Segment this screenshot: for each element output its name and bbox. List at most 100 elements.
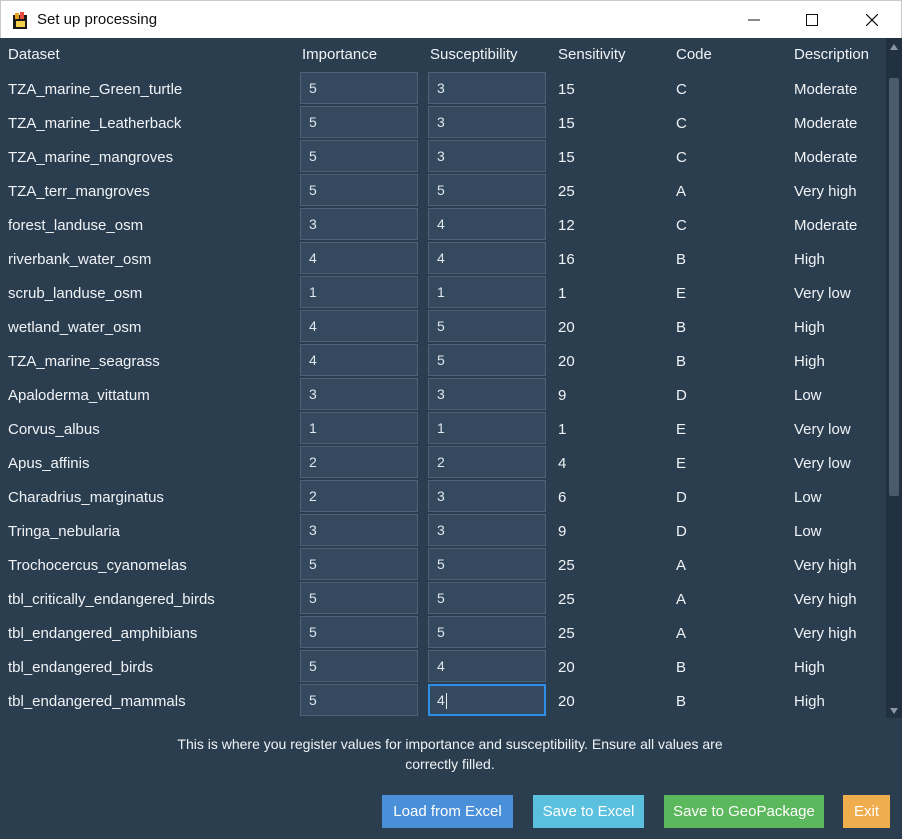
dataset-name: wetland_water_osm [8, 319, 142, 336]
code-value: C [676, 149, 687, 166]
code-value: C [676, 115, 687, 132]
susceptibility-input[interactable]: 3 [428, 378, 546, 410]
description-value: Very high [794, 625, 857, 642]
load-from-excel-button[interactable]: Load from Excel [382, 795, 513, 828]
code-value: A [676, 183, 687, 200]
sensitivity-value: 1 [558, 421, 567, 438]
susceptibility-input[interactable]: 3 [428, 106, 546, 138]
dataset-name: Apus_affinis [8, 455, 90, 472]
scroll-up-arrow-icon[interactable] [890, 44, 898, 50]
importance-input[interactable]: 4 [300, 242, 418, 274]
dataset-name: TZA_marine_seagrass [8, 353, 160, 370]
importance-input[interactable]: 5 [300, 548, 418, 580]
code-value: C [676, 81, 687, 98]
text-caret [445, 693, 447, 710]
description-value: High [794, 251, 825, 268]
description-value: High [794, 353, 825, 370]
description-value: Moderate [794, 81, 858, 98]
info-text: This is where you register values for im… [177, 736, 723, 772]
description-value: Low [794, 489, 822, 506]
code-value: A [676, 625, 687, 642]
description-value: High [794, 319, 825, 336]
susceptibility-input[interactable]: 5 [428, 616, 546, 648]
susceptibility-input[interactable]: 1 [428, 412, 546, 444]
susceptibility-input[interactable]: 5 [428, 548, 546, 580]
description-value: Low [794, 523, 822, 540]
importance-input[interactable]: 5 [300, 72, 418, 104]
susceptibility-input[interactable]: 4 [428, 208, 546, 240]
close-button[interactable] [843, 1, 901, 39]
dataset-name: TZA_marine_Green_turtle [8, 81, 183, 98]
susceptibility-input[interactable]: 3 [428, 480, 546, 512]
dataset-name: Corvus_albus [8, 421, 100, 438]
importance-input[interactable]: 2 [300, 480, 418, 512]
sensitivity-value: 25 [558, 557, 575, 574]
importance-input[interactable]: 5 [300, 684, 418, 716]
sensitivity-value: 20 [558, 659, 575, 676]
importance-input[interactable]: 4 [300, 344, 418, 376]
importance-input[interactable]: 1 [300, 412, 418, 444]
importance-input[interactable]: 3 [300, 514, 418, 546]
code-value: B [676, 693, 687, 710]
code-value: A [676, 591, 687, 608]
importance-input[interactable]: 5 [300, 140, 418, 172]
exit-button[interactable]: Exit [843, 795, 890, 828]
sensitivity-value: 25 [558, 183, 575, 200]
code-value: E [676, 455, 687, 472]
save-to-geopackage-button[interactable]: Save to GeoPackage [664, 795, 824, 828]
importance-input[interactable]: 5 [300, 616, 418, 648]
close-icon [866, 14, 878, 26]
susceptibility-input[interactable]: 1 [428, 276, 546, 308]
header-importance: Importance [302, 46, 378, 63]
susceptibility-input[interactable]: 3 [428, 514, 546, 546]
importance-input[interactable]: 4 [300, 310, 418, 342]
dataset-name: TZA_marine_Leatherback [8, 115, 182, 132]
sensitivity-value: 20 [558, 319, 575, 336]
importance-input[interactable]: 3 [300, 208, 418, 240]
susceptibility-input[interactable]: 5 [428, 344, 546, 376]
scroll-down-arrow-icon[interactable] [890, 708, 898, 714]
description-value: Moderate [794, 217, 858, 234]
susceptibility-input[interactable]: 5 [428, 582, 546, 614]
sensitivity-value: 25 [558, 591, 575, 608]
description-value: High [794, 659, 825, 676]
minimize-button[interactable] [725, 1, 783, 39]
sensitivity-value: 15 [558, 81, 575, 98]
importance-input[interactable]: 2 [300, 446, 418, 478]
sensitivity-value: 15 [558, 149, 575, 166]
description-value: Very high [794, 591, 857, 608]
save-to-excel-button[interactable]: Save to Excel [533, 795, 644, 828]
dataset-name: Charadrius_marginatus [8, 489, 164, 506]
susceptibility-input[interactable]: 5 [428, 310, 546, 342]
description-value: Low [794, 387, 822, 404]
dataset-name: forest_landuse_osm [8, 217, 144, 234]
importance-input[interactable]: 5 [300, 650, 418, 682]
susceptibility-input[interactable]: 2 [428, 446, 546, 478]
susceptibility-input[interactable]: 3 [428, 72, 546, 104]
dialog-content: Dataset Importance Susceptibility Sensit… [0, 38, 902, 839]
code-value: B [676, 319, 687, 336]
importance-input[interactable]: 5 [300, 106, 418, 138]
sensitivity-value: 1 [558, 285, 567, 302]
code-value: D [676, 489, 687, 506]
code-value: B [676, 251, 687, 268]
sensitivity-value: 9 [558, 387, 567, 404]
susceptibility-input[interactable]: 4 [428, 684, 546, 716]
importance-input[interactable]: 5 [300, 582, 418, 614]
susceptibility-input[interactable]: 5 [428, 174, 546, 206]
maximize-icon [806, 14, 818, 26]
susceptibility-input[interactable]: 3 [428, 140, 546, 172]
vertical-scrollbar[interactable] [886, 38, 902, 718]
code-value: B [676, 659, 687, 676]
app-icon [13, 12, 27, 29]
susceptibility-input[interactable]: 4 [428, 242, 546, 274]
maximize-button[interactable] [783, 1, 841, 39]
importance-input[interactable]: 5 [300, 174, 418, 206]
title-bar: Set up processing [0, 0, 902, 38]
importance-input[interactable]: 3 [300, 378, 418, 410]
scroll-thumb[interactable] [889, 78, 899, 496]
susceptibility-input[interactable]: 4 [428, 650, 546, 682]
sensitivity-value: 20 [558, 693, 575, 710]
importance-input[interactable]: 1 [300, 276, 418, 308]
description-value: Very high [794, 557, 857, 574]
